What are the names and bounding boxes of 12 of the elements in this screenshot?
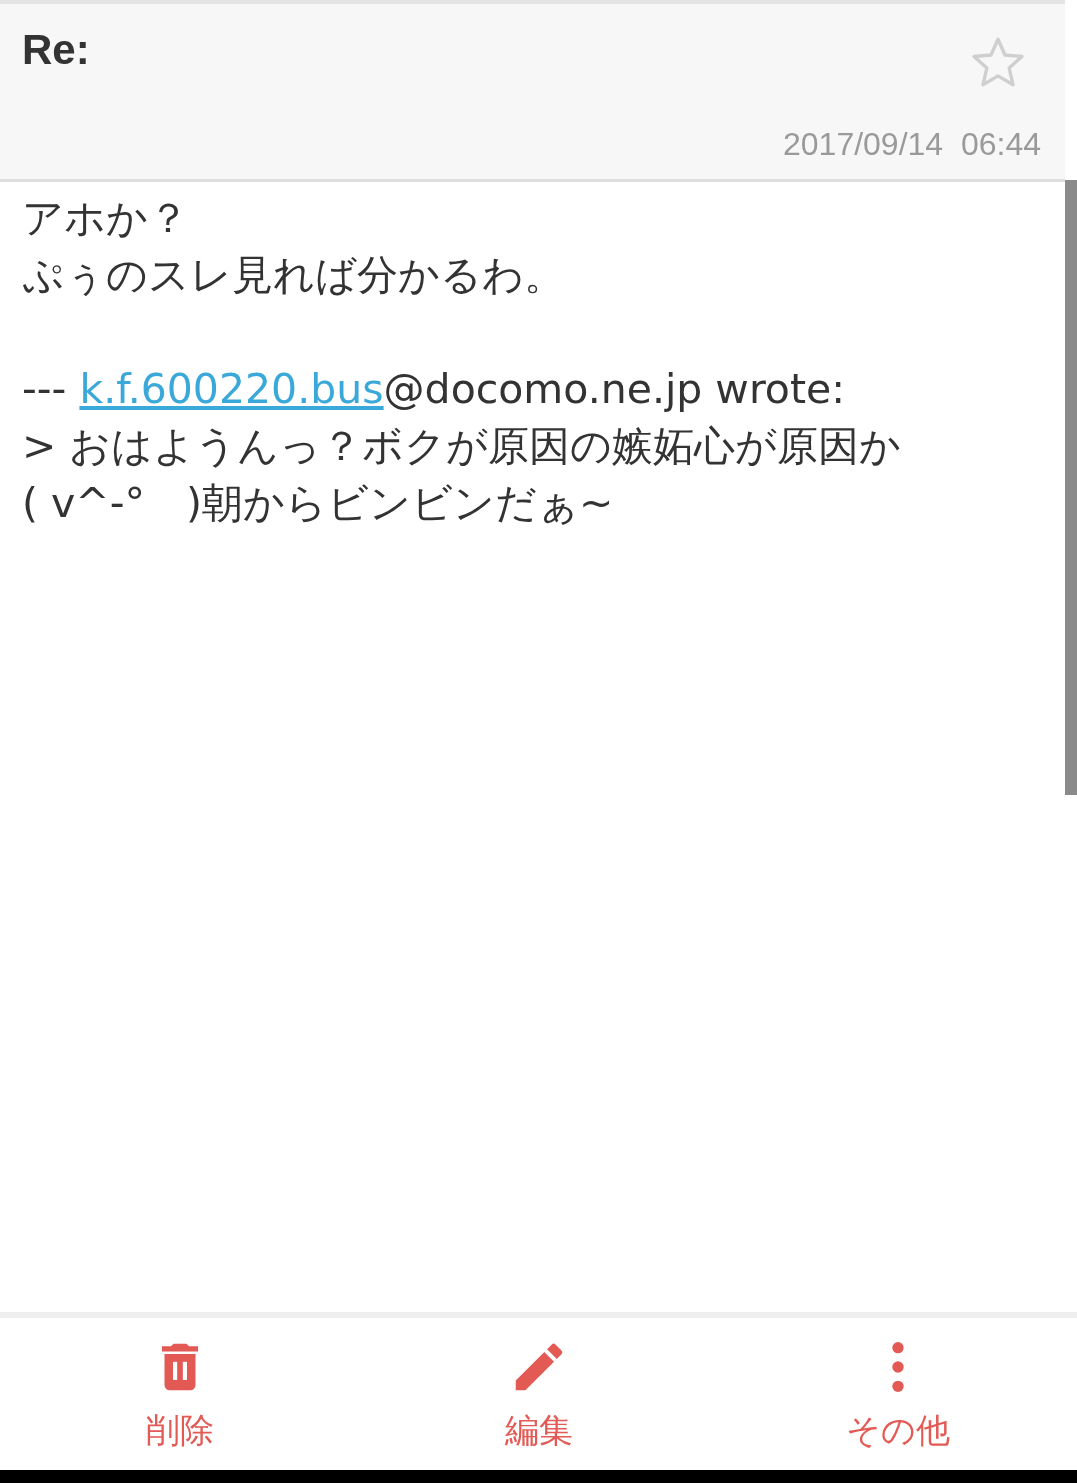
message-line: アホか？ <box>22 193 190 244</box>
message-line: > おはようんっ？ボクが原因の嫉妬心が原因か <box>22 421 903 472</box>
more-icon <box>891 1342 904 1392</box>
delete-button[interactable]: 削除 <box>0 1318 359 1470</box>
email-link[interactable]: k.f.600220.bus <box>79 365 384 413</box>
edit-button[interactable]: 編集 <box>359 1318 718 1470</box>
scrollbar[interactable] <box>1065 180 1077 795</box>
more-button[interactable]: その他 <box>718 1318 1077 1470</box>
date-time: 2017/09/14 06:44 <box>783 126 1041 163</box>
message-line: ぷぅのスレ見れば分かるわ。 <box>22 250 566 301</box>
message-line: ( v^-° )朝からビンビンだぁ~ <box>22 478 615 529</box>
subject: Re: <box>22 26 90 74</box>
